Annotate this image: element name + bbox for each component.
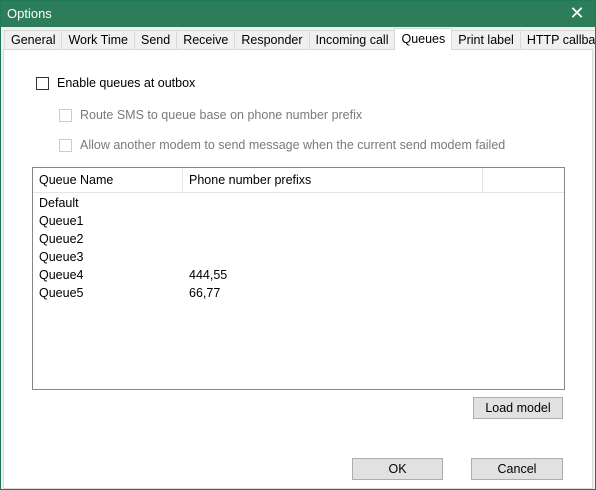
queue-name-cell: Default [39, 196, 79, 210]
allow-modem-label: Allow another modem to send message when… [80, 138, 506, 152]
column-phone-prefixes[interactable]: Phone number prefixs [183, 168, 483, 192]
tab-queues[interactable]: Queues [394, 28, 453, 50]
tab-http-callbacks[interactable]: HTTP callbacks [519, 30, 595, 49]
tab-work-time[interactable]: Work Time [61, 30, 135, 49]
route-sms-checkbox[interactable]: Route SMS to queue base on phone number … [59, 108, 362, 122]
allow-modem-checkbox[interactable]: Allow another modem to send message when… [59, 138, 505, 152]
tab-receive[interactable]: Receive [176, 30, 236, 49]
window-title: Options [7, 6, 52, 21]
route-sms-box[interactable] [59, 108, 72, 122]
queues-panel: Enable queues at outbox Route SMS to que… [3, 49, 593, 489]
route-sms-label: Route SMS to queue base on phone number … [80, 108, 363, 122]
tab-responder[interactable]: Responder [234, 30, 310, 49]
enable-queues-box[interactable] [36, 76, 49, 90]
tab-general[interactable]: General [4, 30, 63, 49]
allow-modem-box[interactable] [59, 138, 72, 152]
queue-name-cell: Queue4 [39, 268, 84, 282]
title-bar: Options ✕ [1, 1, 595, 27]
ok-button[interactable]: OK [352, 458, 443, 480]
queue-name-cell: Queue2 [39, 232, 84, 246]
queues-list[interactable]: Queue Name Phone number prefixs Default … [32, 167, 565, 390]
column-queue-name[interactable]: Queue Name [33, 168, 183, 192]
options-window: Options ✕ General Work Time Send Receive… [0, 0, 596, 490]
queue-prefix-cell: 66,77 [189, 286, 221, 300]
enable-queues-label: Enable queues at outbox [57, 76, 196, 90]
tab-print-label[interactable]: Print label [451, 30, 521, 49]
tab-incoming-call[interactable]: Incoming call [308, 30, 396, 49]
tab-strip: General Work Time Send Receive Responder… [4, 28, 595, 50]
queue-prefix-cell: 444,55 [189, 268, 228, 282]
load-model-button[interactable]: Load model [473, 397, 563, 419]
enable-queues-checkbox[interactable]: Enable queues at outbox [36, 76, 195, 90]
queue-name-cell: Queue3 [39, 250, 84, 264]
tab-send[interactable]: Send [133, 30, 178, 49]
list-header: Queue Name Phone number prefixs [33, 168, 564, 193]
close-icon[interactable]: ✕ [567, 3, 587, 23]
queue-name-cell: Queue5 [39, 286, 84, 300]
queue-name-cell: Queue1 [39, 214, 84, 228]
cancel-button[interactable]: Cancel [471, 458, 563, 480]
